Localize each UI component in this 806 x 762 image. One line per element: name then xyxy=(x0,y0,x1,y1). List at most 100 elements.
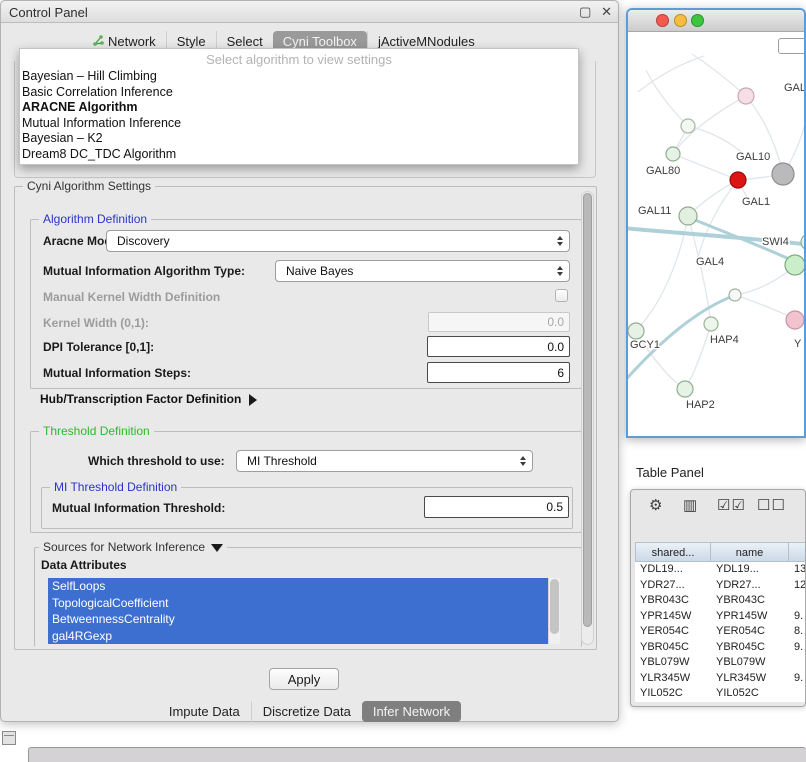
settings-scrollbar-thumb[interactable] xyxy=(583,193,592,627)
manual-kernel-checkbox[interactable] xyxy=(555,289,568,302)
checked-pair-icon[interactable]: ☑☑ xyxy=(717,496,746,514)
mi-type-select[interactable]: Naive Bayes xyxy=(275,260,570,282)
kernel-width-label: Kernel Width (0,1): xyxy=(43,316,149,330)
table-cell: YER054C xyxy=(711,624,789,640)
algorithm-option[interactable]: Dream8 DC_TDC Algorithm xyxy=(20,147,578,163)
column-header-shared[interactable]: shared... xyxy=(635,542,711,562)
control-panel-titlebar[interactable]: Control Panel ▢ ✕ xyxy=(1,1,618,23)
updown-arrows-icon xyxy=(557,236,563,246)
network-node[interactable] xyxy=(786,311,804,329)
algorithm-option[interactable]: ARACNE Algorithm xyxy=(20,100,578,116)
window-controls: ▢ ✕ xyxy=(573,4,612,20)
table-cell: YBR045C xyxy=(711,640,789,656)
close-button[interactable] xyxy=(656,14,669,27)
minimized-panel-icon[interactable] xyxy=(2,731,16,745)
network-window-titlebar[interactable] xyxy=(628,10,804,32)
network-node[interactable] xyxy=(801,234,804,250)
attribute-item[interactable]: TopologicalCoefficient xyxy=(48,595,548,612)
close-panel-icon[interactable]: ✕ xyxy=(601,4,612,19)
hub-definition-toggle[interactable]: Hub/Transcription Factor Definition xyxy=(40,392,257,406)
table-cell: YPR145W xyxy=(711,609,789,625)
sources-group: Sources for Network Inference Data Attri… xyxy=(34,547,582,647)
attribute-item[interactable]: BetweennessCentrality xyxy=(48,611,548,628)
network-node[interactable] xyxy=(738,88,754,104)
gear-icon[interactable]: ⚙ xyxy=(649,496,663,514)
columns-icon[interactable]: ▥ xyxy=(683,496,698,514)
network-canvas[interactable]: GALGAL80GAL10GAL11GAL1SWI4GAL4GCY1HAP4HA… xyxy=(628,32,804,436)
tab-impute-data[interactable]: Impute Data xyxy=(158,701,251,722)
mi-steps-field[interactable]: 6 xyxy=(427,362,570,383)
tab-infer-network[interactable]: Infer Network xyxy=(362,701,461,722)
table-row[interactable]: YBR045CYBR045C9. xyxy=(635,640,806,656)
network-node[interactable] xyxy=(772,163,794,185)
tab-label: Cyni Toolbox xyxy=(283,34,357,49)
dpi-tolerance-field[interactable]: 0.0 xyxy=(427,336,570,357)
node-label: GAL10 xyxy=(736,151,770,163)
attribute-item[interactable]: SelfLoops xyxy=(48,578,548,595)
algorithm-option[interactable]: Bayesian – Hill Climbing xyxy=(20,69,578,85)
table-row[interactable]: YDR27...YDR27...12 xyxy=(635,578,806,594)
network-node[interactable] xyxy=(666,147,680,161)
table-row[interactable]: YBR043CYBR043C xyxy=(635,593,806,609)
network-toolbar-fragment xyxy=(778,38,806,54)
table-cell: YBL079W xyxy=(711,655,789,671)
unchecked-pair-icon[interactable]: ☐☐ xyxy=(757,496,786,514)
algorithm-option[interactable]: Basic Correlation Inference xyxy=(20,85,578,101)
aracne-mode-select[interactable]: Discovery xyxy=(106,230,570,252)
table-panel-window: ⚙▥☑☑☐☐ shared...name YDL19...YDL19...13Y… xyxy=(630,489,806,707)
network-node[interactable] xyxy=(729,289,741,301)
which-threshold-select[interactable]: MI Threshold xyxy=(236,450,533,472)
zoom-button[interactable] xyxy=(691,14,704,27)
node-label: GCY1 xyxy=(630,339,660,351)
table-cell: YBR043C xyxy=(635,593,711,609)
table-cell: YBR043C xyxy=(711,593,789,609)
network-node[interactable] xyxy=(677,381,693,397)
table-row[interactable]: YIL052CYIL052C xyxy=(635,686,806,702)
chevron-right-icon xyxy=(249,394,257,406)
table-row[interactable]: YLR345WYLR345W9. xyxy=(635,671,806,687)
apply-button[interactable]: Apply xyxy=(269,668,339,690)
network-node[interactable] xyxy=(785,255,804,275)
table-cell: 9. xyxy=(789,609,806,625)
kernel-width-field[interactable]: 0.0 xyxy=(428,312,570,332)
mi-type-label: Mutual Information Algorithm Type: xyxy=(43,264,245,278)
table-cell: YPR145W xyxy=(635,609,711,625)
node-label: GAL1 xyxy=(742,196,770,208)
algorithm-option[interactable]: Bayesian – K2 xyxy=(20,131,578,147)
attribute-item[interactable]: gal4RGexp xyxy=(48,628,548,645)
table-header-row: shared...name xyxy=(635,542,806,562)
table-row[interactable]: YBL079WYBL079W xyxy=(635,655,806,671)
table-row[interactable]: YPR145WYPR145W9. xyxy=(635,609,806,625)
table-row[interactable]: YDL19...YDL19...13 xyxy=(635,562,806,578)
network-edge xyxy=(686,324,711,387)
updown-arrows-icon xyxy=(557,266,563,276)
network-node[interactable] xyxy=(704,317,718,331)
network-node[interactable] xyxy=(628,323,644,339)
bottom-window-edge[interactable] xyxy=(28,747,806,762)
settings-scrollbar[interactable] xyxy=(581,191,594,645)
attributes-scrollbar-thumb[interactable] xyxy=(550,579,559,634)
network-node[interactable] xyxy=(679,207,697,225)
algorithm-option-list: Bayesian – Hill ClimbingBasic Correlatio… xyxy=(20,69,578,162)
tab-label: Network xyxy=(108,34,156,49)
tab-discretize-data[interactable]: Discretize Data xyxy=(251,701,362,722)
table-cell xyxy=(789,593,806,609)
column-header-extra[interactable] xyxy=(789,542,806,562)
column-header-name[interactable]: name xyxy=(711,542,789,562)
which-threshold-label: Which threshold to use: xyxy=(88,454,225,468)
float-panel-icon[interactable]: ▢ xyxy=(579,4,591,19)
network-node[interactable] xyxy=(730,172,746,188)
table-row[interactable]: YER054CYER054C8. xyxy=(635,624,806,640)
attributes-scrollbar[interactable] xyxy=(548,578,560,644)
network-node[interactable] xyxy=(681,119,695,133)
bottom-tab-bar: Impute DataDiscretize DataInfer Network xyxy=(1,701,618,722)
dpi-tolerance-label: DPI Tolerance [0,1]: xyxy=(43,340,154,354)
network-edge xyxy=(673,154,738,180)
algorithm-definition-title: Algorithm Definition xyxy=(39,212,151,226)
minimize-button[interactable] xyxy=(674,14,687,27)
threshold-definition-title: Threshold Definition xyxy=(39,424,154,438)
tab-label: Style xyxy=(177,34,206,49)
mi-threshold-field[interactable]: 0.5 xyxy=(424,496,569,518)
algorithm-option[interactable]: Mutual Information Inference xyxy=(20,116,578,132)
sources-toggle[interactable]: Sources for Network Inference xyxy=(39,540,227,554)
